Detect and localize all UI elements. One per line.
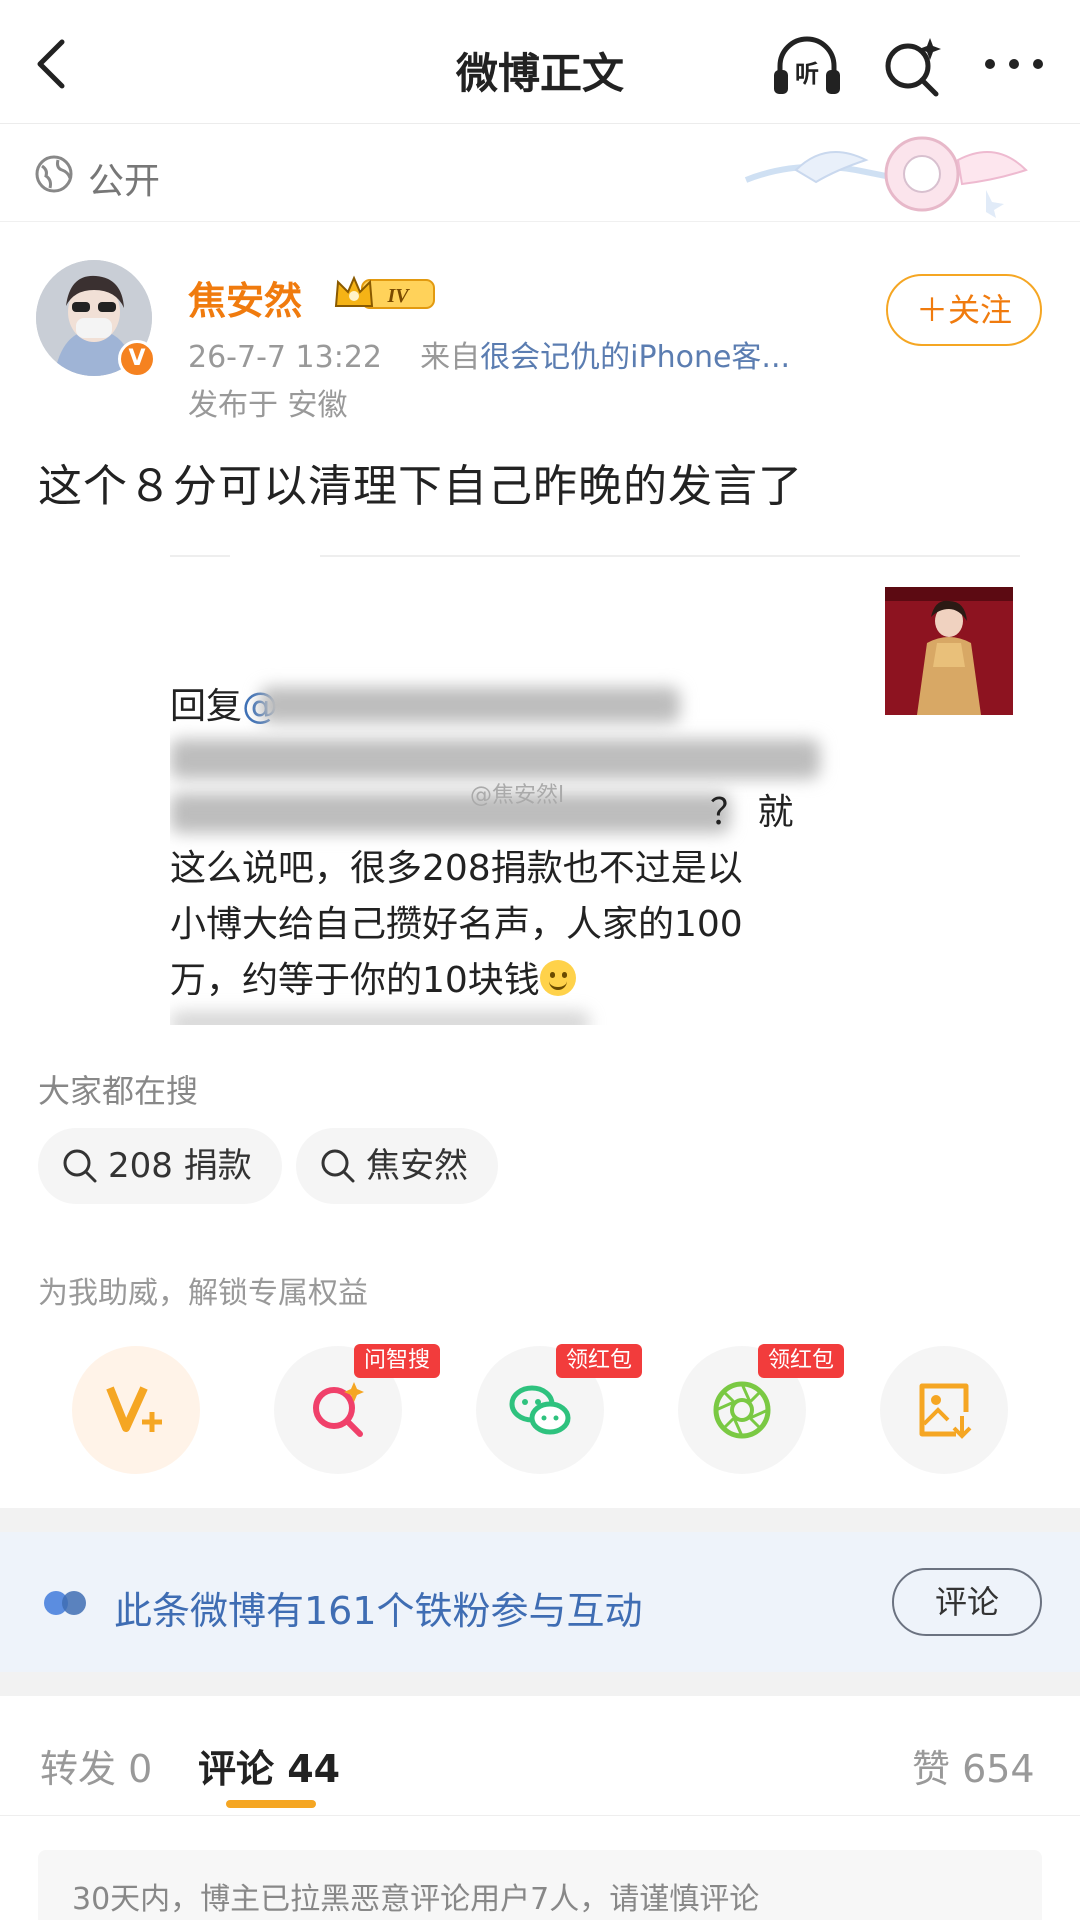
fans-icon	[44, 1591, 86, 1615]
post-source[interactable]: 很会记仇的iPhone客...	[480, 340, 790, 375]
save-image-button[interactable]	[880, 1346, 1008, 1474]
visibility-label: 公开	[88, 161, 161, 202]
active-tab-indicator	[226, 1800, 316, 1808]
search-icon	[63, 1149, 97, 1183]
trending-chip-2[interactable]: 焦安然	[296, 1128, 498, 1204]
follow-button[interactable]: ＋关注	[886, 274, 1042, 346]
listen-icon-label: 听	[795, 60, 819, 88]
more-options-icon[interactable]	[980, 40, 1048, 88]
ai-search-icon	[313, 1382, 364, 1437]
boost-v-plus-button[interactable]	[72, 1346, 200, 1474]
embedded-screenshot[interactable]: 回复@ @焦安然l ？ 就 这么说吧，很多208捐款也不过是以 小博大给自己攒好…	[170, 555, 1040, 1025]
trending-chip-label: 208 捐款	[108, 1146, 252, 1186]
level-badge-text: IV	[386, 285, 410, 307]
ai-search-icon[interactable]	[880, 34, 946, 98]
listen-icon[interactable]: 听	[770, 34, 844, 98]
post-source-prefix: 来自	[420, 340, 481, 375]
thumbnail-image	[885, 587, 1013, 715]
save-image-icon	[919, 1383, 972, 1439]
post-location: 发布于 安徽	[188, 388, 348, 423]
embedded-reply-line-3: ？ 就	[710, 792, 794, 833]
globe-icon	[35, 155, 73, 193]
comment-notice-text: 30天内，博主已拉黑恶意评论用户7人，请谨慎评论	[72, 1882, 760, 1917]
fans-interaction-bar: 此条微博有161个铁粉参与互动 评论	[0, 1532, 1080, 1672]
top-nav-bar: 微博正文 听	[0, 0, 1080, 124]
embedded-reply-line-4: 这么说吧，很多208捐款也不过是以	[170, 848, 743, 889]
post-meta: 26-7-7 13:22 来自很会记仇的iPhone客...	[188, 332, 790, 376]
unlock-benefits-label: 为我助威，解锁专属权益	[38, 1276, 368, 1311]
comment-notice: 30天内，博主已拉黑恶意评论用户7人，请谨慎评论	[38, 1850, 1042, 1920]
wechat-redpacket-tag: 领红包	[556, 1344, 643, 1378]
visibility-bar: 公开	[0, 124, 1080, 222]
decorative-banner-icon	[744, 136, 1028, 218]
post-time: 26-7-7 13:22	[188, 340, 382, 375]
weibo-watermark: @焦安然l	[470, 783, 565, 808]
comment-button[interactable]: 评论	[892, 1568, 1042, 1636]
interaction-tabs: 转发 0 评论 44 赞 654	[0, 1696, 1080, 1816]
trending-chip-1[interactable]: 208 捐款	[38, 1128, 282, 1204]
v-plus-icon	[106, 1386, 162, 1432]
tab-comments[interactable]: 评论 44	[198, 1738, 340, 1793]
tab-repost[interactable]: 转发 0	[40, 1738, 152, 1793]
tab-likes[interactable]: 赞 654	[912, 1738, 1035, 1793]
embedded-reply-line-6: 万，约等于你的10块钱	[170, 951, 576, 1003]
member-level-badge[interactable]: IV	[332, 272, 440, 314]
wechat-icon	[509, 1385, 571, 1435]
trending-label: 大家都在搜	[38, 1072, 199, 1110]
fans-interaction-text: 此条微博有161个铁粉参与互动	[114, 1589, 643, 1633]
author-name[interactable]: 焦安然	[188, 270, 302, 325]
search-icon	[321, 1149, 355, 1183]
embedded-thumbnail[interactable]	[885, 587, 1013, 715]
trending-chip-label: 焦安然	[366, 1146, 468, 1186]
smile-emoji-icon	[539, 960, 576, 996]
moments-icon	[713, 1381, 771, 1439]
ai-search-tag: 问智搜	[354, 1344, 441, 1378]
embedded-reply-line-5: 小博大给自己攒好名声，人家的100	[170, 904, 743, 945]
post-text: 这个８分可以清理下自己昨晚的发言了	[38, 461, 803, 512]
verified-badge: V	[118, 340, 156, 378]
moments-redpacket-tag: 领红包	[758, 1344, 845, 1378]
